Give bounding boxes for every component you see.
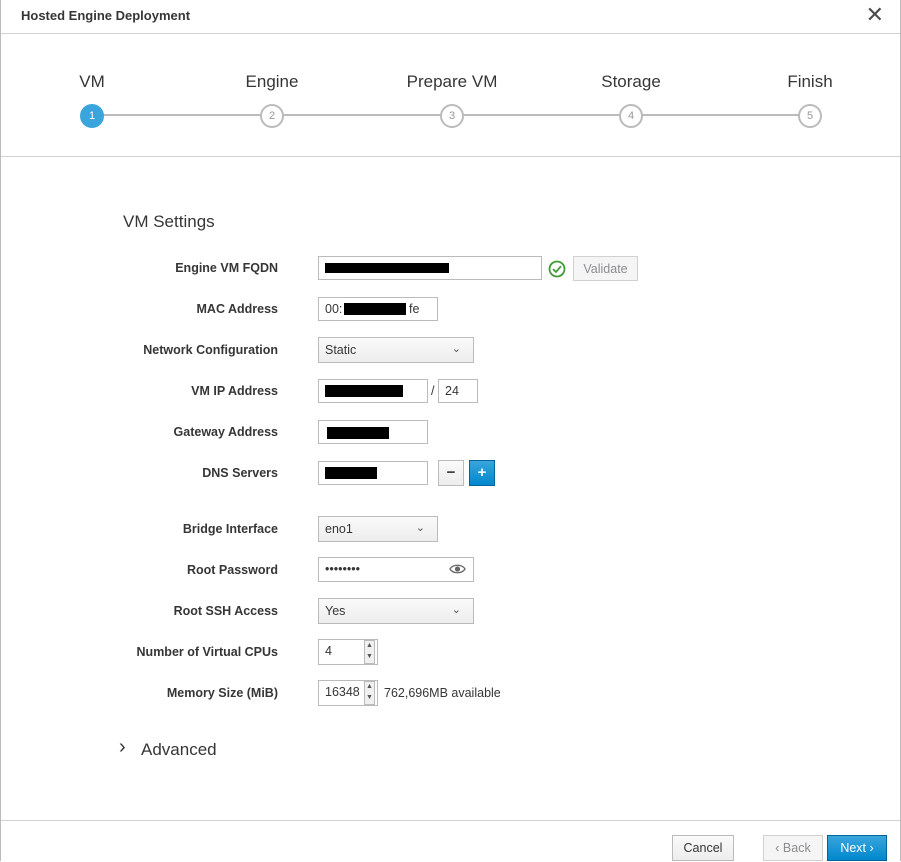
spin-up-icon[interactable]: ▲ <box>365 641 374 652</box>
dns-server-input[interactable] <box>318 461 428 485</box>
dialog-header: Hosted Engine Deployment ✕ <box>1 0 900 34</box>
dns-servers-label: DNS Servers <box>202 466 278 480</box>
redacted-value <box>325 385 403 397</box>
cancel-button[interactable]: Cancel <box>672 835 734 861</box>
bridge-interface-value: eno1 <box>325 522 353 536</box>
redacted-value <box>327 427 389 439</box>
memory-size-spinner[interactable]: ▲ ▼ <box>364 681 375 705</box>
vm-ip-input[interactable] <box>318 379 428 403</box>
gateway-label: Gateway Address <box>173 425 278 439</box>
step-label-prepare-vm[interactable]: Prepare VM <box>407 72 498 92</box>
step-circle-engine[interactable]: 2 <box>260 104 284 128</box>
virtual-cpus-spinner[interactable]: ▲ ▼ <box>364 640 375 664</box>
engine-fqdn-label: Engine VM FQDN <box>175 261 278 275</box>
close-icon[interactable]: ✕ <box>866 4 884 26</box>
spin-down-icon[interactable]: ▼ <box>365 652 374 663</box>
chevron-down-icon: ⌄ <box>451 343 461 355</box>
redacted-value <box>344 303 406 315</box>
dialog-title: Hosted Engine Deployment <box>21 8 191 23</box>
network-config-select[interactable]: Static ⌄ <box>318 337 474 363</box>
bridge-interface-select[interactable]: eno1 ⌄ <box>318 516 438 542</box>
chevron-down-icon: ⌄ <box>415 522 425 534</box>
dialog-footer: Cancel ‹ Back Next › <box>1 820 900 862</box>
section-title: VM Settings <box>123 212 215 231</box>
root-password-value: •••••••• <box>325 562 361 576</box>
mac-address-label: MAC Address <box>196 302 279 316</box>
root-ssh-label: Root SSH Access <box>173 604 278 618</box>
step-label-storage[interactable]: Storage <box>601 72 661 92</box>
next-button[interactable]: Next › <box>827 835 887 861</box>
wizard-body: VM Settings Engine VM FQDN Validate MAC … <box>1 157 900 819</box>
virtual-cpus-label: Number of Virtual CPUs <box>136 645 278 659</box>
add-dns-button[interactable]: + <box>469 460 495 486</box>
mac-address-input[interactable]: 00: fe <box>318 297 438 321</box>
eye-icon[interactable] <box>449 563 466 575</box>
spin-down-icon[interactable]: ▼ <box>365 693 374 704</box>
mac-suffix: fe <box>409 302 420 316</box>
step-label-vm[interactable]: VM <box>79 72 105 92</box>
mac-prefix: 00: <box>325 302 343 316</box>
remove-dns-button[interactable]: − <box>438 460 464 486</box>
bridge-interface-label: Bridge Interface <box>182 522 278 536</box>
step-circle-prepare-vm[interactable]: 3 <box>440 104 464 128</box>
chevron-down-icon: ⌄ <box>451 604 461 616</box>
deployment-dialog: Hosted Engine Deployment ✕ VM 1 Engine 2… <box>0 0 901 862</box>
root-ssh-select[interactable]: Yes ⌄ <box>318 598 474 624</box>
ip-prefix-input[interactable]: 24 <box>438 379 478 403</box>
network-config-label: Network Configuration <box>143 343 278 357</box>
gateway-input[interactable] <box>318 420 428 444</box>
step-label-engine[interactable]: Engine <box>246 72 299 92</box>
network-config-value: Static <box>325 343 357 357</box>
redacted-value <box>325 263 449 273</box>
spin-up-icon[interactable]: ▲ <box>365 682 374 693</box>
root-password-label: Root Password <box>187 563 278 577</box>
root-ssh-value: Yes <box>325 604 346 618</box>
step-circle-finish[interactable]: 5 <box>798 104 822 128</box>
wizard-steps: VM 1 Engine 2 Prepare VM 3 Storage 4 Fin… <box>1 34 900 157</box>
redacted-value <box>325 467 377 479</box>
advanced-toggle[interactable]: › Advanced <box>119 736 229 762</box>
ip-prefix-slash: / <box>431 384 435 398</box>
chevron-right-icon: › <box>119 736 126 758</box>
validate-button[interactable]: Validate <box>573 256 638 281</box>
vm-ip-label: VM IP Address <box>191 384 278 398</box>
back-button[interactable]: ‹ Back <box>763 835 823 861</box>
memory-size-label: Memory Size (MiB) <box>166 686 278 700</box>
memory-available-text: 762,696MB available <box>384 686 501 700</box>
advanced-label: Advanced <box>141 740 217 759</box>
root-password-input[interactable]: •••••••• <box>318 557 474 582</box>
step-label-finish[interactable]: Finish <box>787 72 832 92</box>
step-circle-vm[interactable]: 1 <box>80 104 104 128</box>
step-circle-storage[interactable]: 4 <box>619 104 643 128</box>
check-circle-icon <box>548 260 566 278</box>
engine-fqdn-input[interactable] <box>318 256 542 280</box>
